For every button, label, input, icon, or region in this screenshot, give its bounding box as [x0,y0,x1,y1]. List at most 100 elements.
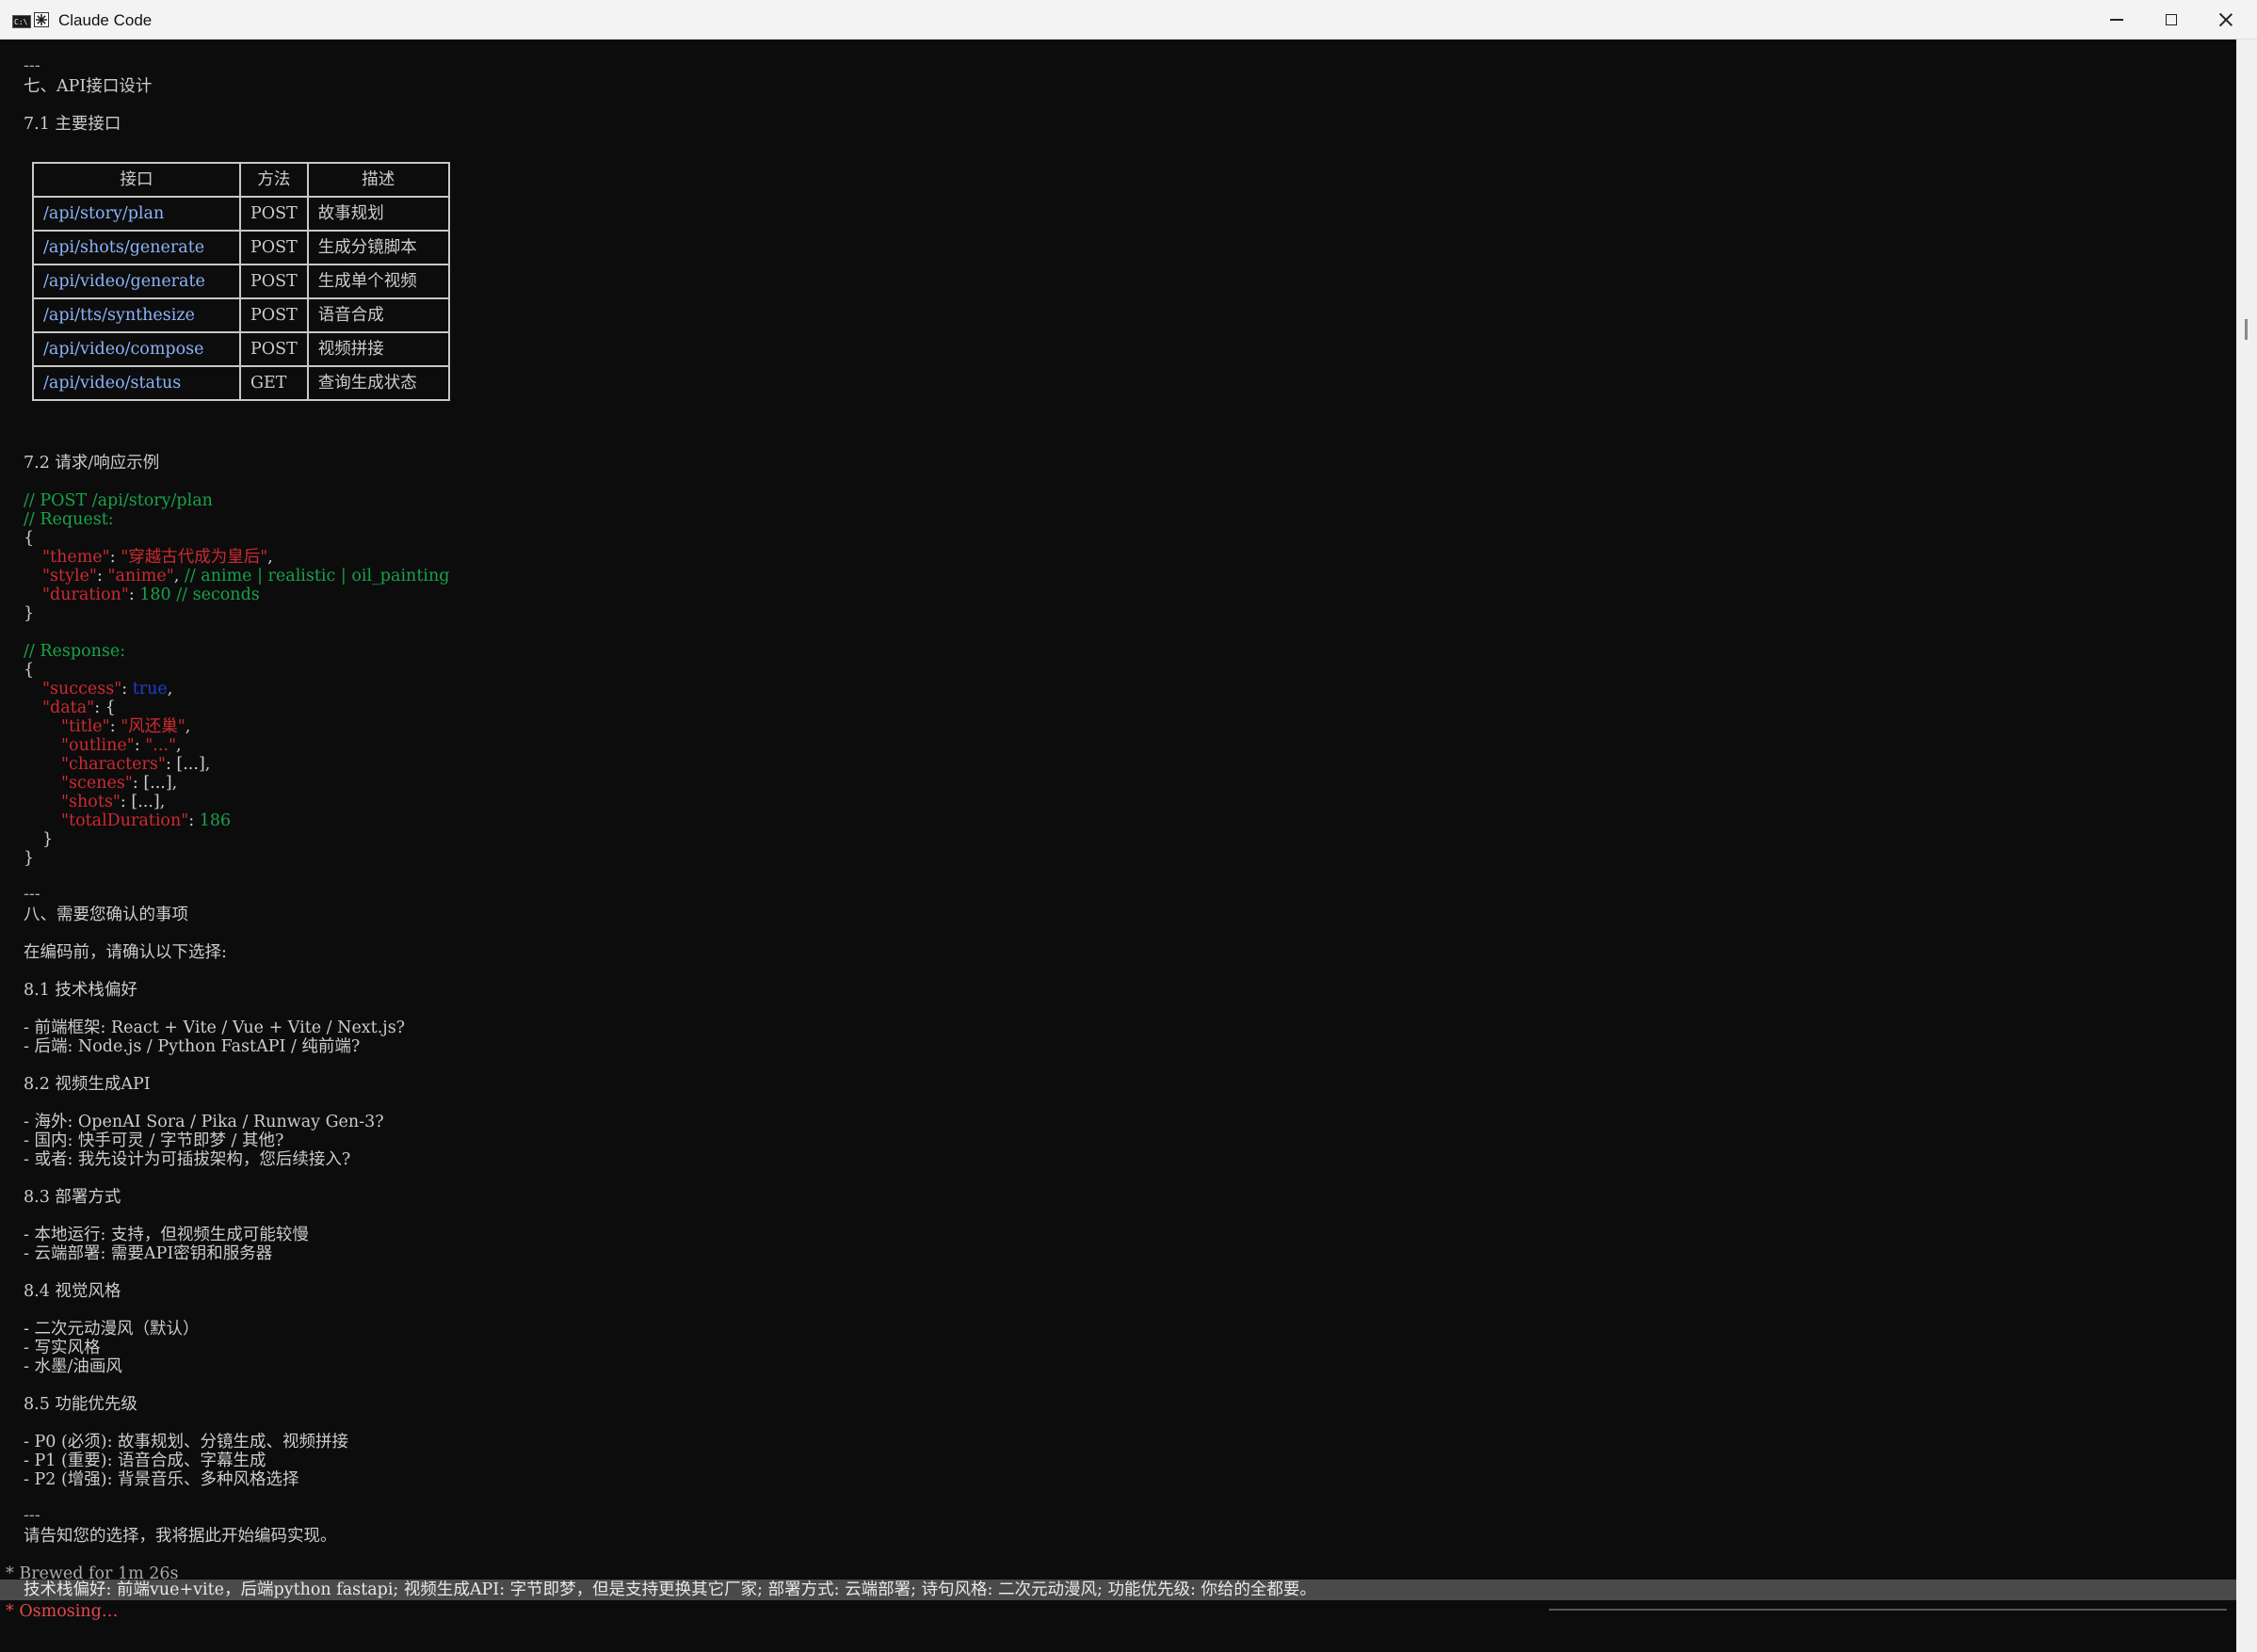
json-key: "shots" [61,793,121,811]
endpoint-description: 生成分镜脚本 [306,230,450,265]
section-heading: 8.4 视觉风格 [24,1282,121,1301]
code-brace: { [105,698,116,717]
endpoint-path: /api/video/compose [32,331,241,367]
endpoint-path: /api/shots/generate [32,230,241,265]
list-item: - 海外: OpenAI Sora / Pika / Runway Gen-3? [24,1113,384,1131]
table-header-cell: 方法 [239,162,309,198]
json-key: "outline" [61,736,135,755]
minimize-button[interactable] [2090,0,2143,40]
code-comment: // seconds [176,585,260,604]
separator: --- [24,1506,40,1525]
section-heading: 8.3 部署方式 [24,1188,121,1207]
json-key: "title" [61,717,110,736]
code-line: "style": "anime", // anime | realistic |… [42,567,450,585]
endpoint-description: 查询生成状态 [306,365,450,401]
endpoint-path: /api/video/generate [32,264,241,299]
list-item: - 水墨/油画风 [24,1357,122,1376]
scrollbar-thumb[interactable] [2245,319,2248,340]
endpoint-description: 语音合成 [306,297,450,333]
http-method: POST [239,230,309,265]
json-string: "..." [145,736,177,755]
maximize-button[interactable] [2145,0,2198,40]
terminal-window: C:\ Claude Code --- 七、API接口设计 7.1 主要接口 接… [0,0,2257,1652]
list-item: - P0 (必须): 故事规划、分镜生成、视频拼接 [24,1433,349,1452]
cmd-icon: C:\ [12,15,31,28]
separator: --- [24,56,40,75]
code-brace: { [24,529,35,548]
section-heading: 8.2 视频生成API [24,1075,151,1094]
api-table: 接口 方法 描述 /api/story/plan POST 故事规划 /api/… [32,162,450,401]
json-string: "anime" [107,567,174,585]
table-row: /api/video/status GET 查询生成状态 [32,365,450,401]
section-heading: 7.2 请求/响应示例 [24,454,160,473]
json-key: "style" [42,567,97,585]
http-method: POST [239,264,309,299]
http-method: POST [239,331,309,367]
table-row: /api/video/compose POST 视频拼接 [32,331,450,367]
status-text: Osmosing… [19,1602,119,1621]
json-key: "scenes" [61,774,133,793]
terminal-output: --- 七、API接口设计 7.1 主要接口 接口 方法 描述 /api/sto… [0,40,2236,1652]
table-header-cell: 接口 [32,162,241,198]
code-line: "shots": [...], [61,793,166,811]
endpoint-path: /api/tts/synthesize [32,297,241,333]
json-key: "totalDuration" [61,811,189,830]
list-item: - 或者: 我先设计为可插拔架构，您后续接入? [24,1150,351,1169]
code-line: "outline": "...", [61,736,182,755]
table-row: /api/story/plan POST 故事规划 [32,196,450,232]
minimize-icon [2110,19,2123,21]
json-array: [...] [131,793,160,811]
code-comment: // Response: [24,642,126,661]
list-item: - 前端框架: React + Vite / Vue + Vite / Next… [24,1018,406,1037]
json-array: [...] [143,774,172,793]
table-row: /api/tts/synthesize POST 语音合成 [32,297,450,333]
list-item: - P1 (重要): 语音合成、字幕生成 [24,1452,266,1470]
section-heading: 8.1 技术栈偏好 [24,981,137,1000]
json-key: "theme" [42,548,110,567]
sparkle-icon [34,12,49,27]
title-bar: C:\ Claude Code [0,0,2257,40]
code-brace: } [24,849,35,868]
list-item: - 本地运行: 支持，但视频生成可能较慢 [24,1226,309,1244]
maximize-icon [2166,14,2177,25]
close-button[interactable] [2200,0,2252,40]
code-comment: // anime | realistic | oil_painting [184,567,450,585]
table-row: /api/video/generate POST 生成单个视频 [32,264,450,299]
spinner-icon: * [6,1602,20,1621]
code-brace: { [24,661,35,680]
code-line: "scenes": [...], [61,774,178,793]
list-item: - 云端部署: 需要API密钥和服务器 [24,1244,273,1263]
vertical-scrollbar[interactable] [2236,40,2257,1652]
code-line: "characters": [...], [61,755,211,774]
json-string: "穿越古代成为皇后" [121,548,268,567]
code-brace: } [24,604,35,623]
json-boolean: true [132,680,168,698]
code-line: "theme": "穿越古代成为皇后", [42,548,273,567]
section-heading: 七、API接口设计 [24,77,153,96]
section-heading: 7.1 主要接口 [24,115,121,134]
prompt-input[interactable]: 技术栈偏好: 前端vue+vite，后端python fastapi; 视频生成… [24,1580,1316,1599]
json-key: "data" [42,698,95,717]
list-item: - 二次元动漫风（默认） [24,1320,200,1339]
json-key: "characters" [61,755,166,774]
table-header-row: 接口 方法 描述 [32,162,450,198]
code-comment: // POST /api/story/plan [24,491,213,510]
window-title: Claude Code [58,11,153,29]
separator: --- [24,885,40,904]
paragraph: 请告知您的选择，我将据此开始编码实现。 [24,1527,337,1546]
http-method: GET [239,365,309,401]
endpoint-description: 视频拼接 [306,331,450,367]
code-line: "data": { [42,698,116,717]
code-line: "totalDuration": 186 [61,811,232,830]
code-brace: } [42,830,54,849]
list-item: - P2 (增强): 背景音乐、多种风格选择 [24,1470,299,1489]
paragraph: 在编码前，请确认以下选择: [24,943,227,962]
list-item: - 写实风格 [24,1339,101,1357]
http-method: POST [239,196,309,232]
json-key: "duration" [42,585,129,604]
input-underline [1549,1609,2227,1611]
json-string: "风还巢" [121,717,185,736]
table-header-cell: 描述 [306,162,450,198]
list-item: - 后端: Node.js / Python FastAPI / 纯前端? [24,1037,361,1056]
working-status: * Osmosing… [6,1602,118,1621]
